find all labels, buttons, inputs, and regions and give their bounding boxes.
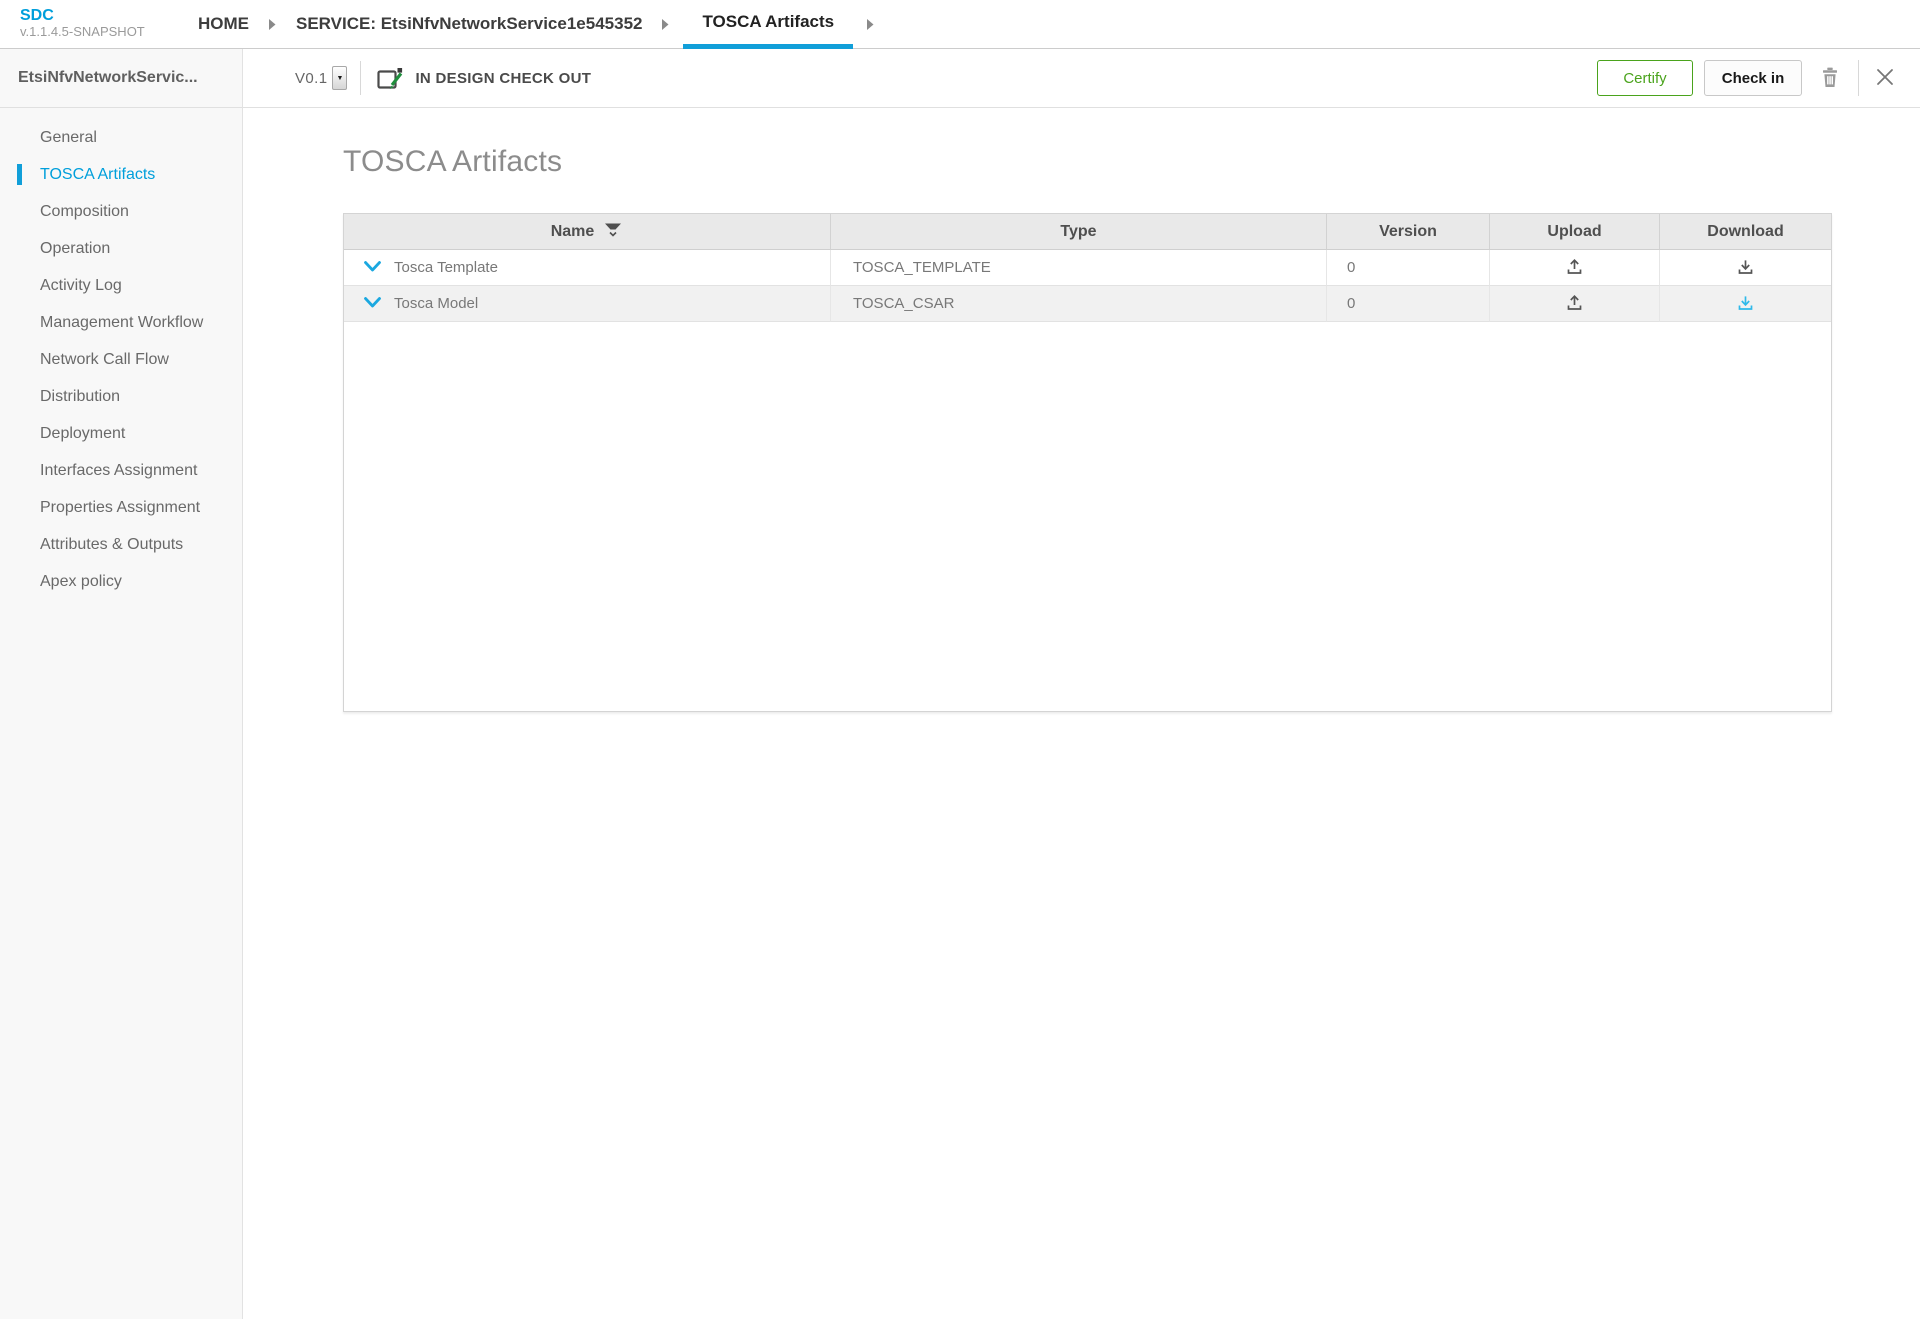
column-header-upload[interactable]: Upload: [1490, 214, 1660, 250]
upload-icon: [1564, 292, 1585, 316]
sidebar-item-composition[interactable]: Composition: [0, 193, 242, 230]
chevron-down-icon: [364, 260, 381, 275]
sidebar-item-distribution[interactable]: Distribution: [0, 378, 242, 415]
sidebar-item-deployment[interactable]: Deployment: [0, 415, 242, 452]
sidebar: EtsiNfvNetworkServic... General TOSCA Ar…: [0, 49, 243, 1319]
breadcrumb-separator-icon: [662, 0, 669, 48]
download-button[interactable]: [1735, 292, 1756, 316]
artifact-name-cell: Tosca Model: [344, 286, 831, 322]
sidebar-item-operation[interactable]: Operation: [0, 230, 242, 267]
table-empty-area: [344, 322, 1831, 711]
breadcrumb: HOME SERVICE: EtsiNfvNetworkService1e545…: [192, 0, 888, 48]
column-header-name[interactable]: Name: [344, 214, 831, 250]
trash-icon: [1819, 65, 1841, 92]
close-button[interactable]: [1876, 68, 1894, 89]
table-row: Tosca Template TOSCA_TEMPLATE 0: [344, 250, 1831, 286]
sidebar-item-interfaces-assignment[interactable]: Interfaces Assignment: [0, 452, 242, 489]
sort-desc-icon: [603, 222, 623, 242]
sidebar-item-tosca-artifacts[interactable]: TOSCA Artifacts: [0, 156, 242, 193]
sidebar-item-network-call-flow[interactable]: Network Call Flow: [0, 341, 242, 378]
artifact-type-cell: TOSCA_TEMPLATE: [831, 250, 1327, 286]
artifact-upload-cell: [1490, 250, 1660, 286]
artifact-download-cell: [1660, 250, 1831, 286]
version-dropdown[interactable]: ▼: [332, 66, 347, 90]
service-name-header: EtsiNfvNetworkServic...: [0, 49, 242, 108]
artifact-version-cell: 0: [1327, 250, 1490, 286]
sidebar-item-management-workflow[interactable]: Management Workflow: [0, 304, 242, 341]
toolbar-actions: Certify Check in: [1597, 60, 1920, 96]
sidebar-menu: General TOSCA Artifacts Composition Oper…: [0, 108, 242, 600]
logo-version: v.1.1.4.5-SNAPSHOT: [20, 25, 192, 40]
delete-button[interactable]: [1819, 65, 1841, 92]
table-header-row: Name Type Version Upload Download: [344, 214, 1831, 250]
artifact-upload-cell: [1490, 286, 1660, 322]
upload-button[interactable]: [1564, 256, 1585, 280]
toolbar-divider: [1858, 60, 1859, 96]
checkout-edit-icon: [376, 65, 404, 92]
breadcrumb-service[interactable]: SERVICE: EtsiNfvNetworkService1e545352: [290, 0, 648, 48]
column-header-version[interactable]: Version: [1327, 214, 1490, 250]
column-header-type[interactable]: Type: [831, 214, 1327, 250]
page-title: TOSCA Artifacts: [343, 145, 1920, 179]
logo-title: SDC: [20, 7, 192, 25]
download-icon-active: [1735, 292, 1756, 316]
download-button[interactable]: [1735, 256, 1756, 280]
certify-button[interactable]: Certify: [1597, 60, 1693, 96]
lifecycle-status-label: IN DESIGN CHECK OUT: [415, 70, 591, 87]
breadcrumb-tosca-artifacts[interactable]: TOSCA Artifacts: [683, 0, 853, 49]
sidebar-item-activity-log[interactable]: Activity Log: [0, 267, 242, 304]
toolbar: V0.1 ▼ IN DESIGN CHECK OUT Certify Check…: [243, 49, 1920, 108]
artifact-download-cell: [1660, 286, 1831, 322]
sidebar-item-attributes-outputs[interactable]: Attributes & Outputs: [0, 526, 242, 563]
expand-row-button[interactable]: [364, 260, 381, 275]
sdc-logo[interactable]: SDC v.1.1.4.5-SNAPSHOT: [0, 0, 192, 48]
column-header-download[interactable]: Download: [1660, 214, 1831, 250]
upload-icon: [1564, 256, 1585, 280]
breadcrumb-separator-icon: [867, 0, 874, 48]
chevron-down-icon: [364, 296, 381, 311]
artifact-version-cell: 0: [1327, 286, 1490, 322]
sidebar-item-apex-policy[interactable]: Apex policy: [0, 563, 242, 600]
check-in-button[interactable]: Check in: [1704, 60, 1802, 96]
breadcrumb-separator-icon: [269, 0, 276, 48]
tosca-artifacts-panel: TOSCA Artifacts Name Type Vers: [243, 145, 1920, 712]
sidebar-item-general[interactable]: General: [0, 119, 242, 156]
upload-button[interactable]: [1564, 292, 1585, 316]
app-root: SDC v.1.1.4.5-SNAPSHOT HOME SERVICE: Ets…: [0, 0, 1920, 1319]
download-icon: [1735, 256, 1756, 280]
artifact-name-cell: Tosca Template: [344, 250, 831, 286]
top-nav: SDC v.1.1.4.5-SNAPSHOT HOME SERVICE: Ets…: [0, 0, 1920, 49]
toolbar-divider: [360, 61, 361, 95]
artifacts-table: Name Type Version Upload Download: [343, 213, 1832, 712]
table-row: Tosca Model TOSCA_CSAR 0: [344, 286, 1831, 322]
column-header-name-label: Name: [551, 223, 595, 241]
version-value: V0.1: [295, 70, 327, 87]
breadcrumb-home[interactable]: HOME: [192, 0, 255, 48]
sidebar-item-properties-assignment[interactable]: Properties Assignment: [0, 489, 242, 526]
artifact-type-cell: TOSCA_CSAR: [831, 286, 1327, 322]
content-area: V0.1 ▼ IN DESIGN CHECK OUT Certify Check…: [243, 49, 1920, 1319]
close-icon: [1876, 68, 1894, 89]
expand-row-button[interactable]: [364, 296, 381, 311]
artifact-name: Tosca Template: [394, 259, 498, 276]
artifact-name: Tosca Model: [394, 295, 478, 312]
